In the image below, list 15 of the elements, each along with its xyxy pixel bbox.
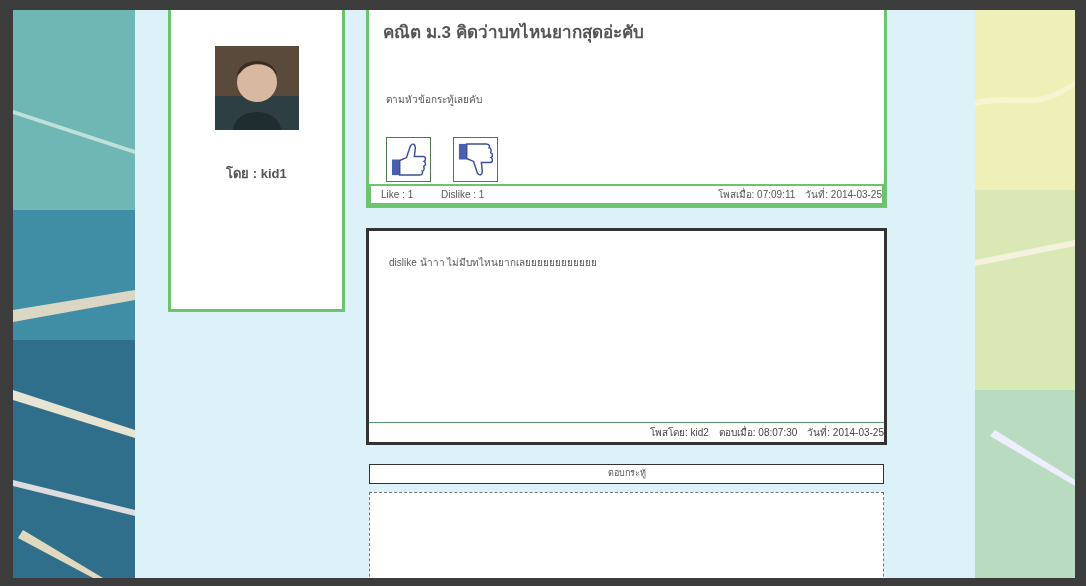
author-byline: โดย : kid1 [226, 165, 287, 183]
dislike-count: Dislike : 1 [441, 188, 485, 202]
post-title: คณิต ม.3 คิดว่าบทไหนยากสุดอ่ะคับ [382, 21, 645, 45]
post-date: วันที่: 2014-03-25 [805, 187, 882, 202]
like-button[interactable] [386, 137, 431, 182]
comment-author: โพสโดย: kid2 [649, 426, 709, 440]
comment-time: ตอบเมื่อ: 08:07:30 [718, 425, 798, 440]
comment-text: dislike น้าาา ไม่มีบทไหนยากเลยยยยยยยยยยยย [388, 256, 599, 270]
dislike-button[interactable] [453, 137, 498, 182]
like-count: Like : 1 [381, 188, 415, 202]
reply-field[interactable] [369, 491, 884, 578]
comment-date: วันที่: 2014-03-25 [807, 425, 884, 440]
post-time: โพสเมื่อ: 07:09:11 [717, 187, 796, 202]
reply-header: ตอบกระทู้ [369, 464, 884, 484]
post-body: ตามหัวข้อกระทู้เลยคับ [385, 92, 483, 107]
